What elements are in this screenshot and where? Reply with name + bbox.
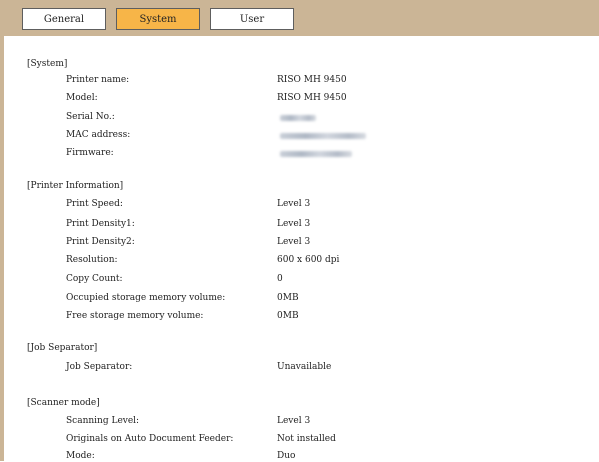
tab-general[interactable]: General [22, 8, 106, 30]
section-title-system: [System] [27, 59, 68, 69]
model-value: RISO MH 9450 [277, 93, 347, 103]
job-separator-label: Job Separator: [66, 362, 133, 372]
scanning-level-label: Scanning Level: [66, 416, 140, 426]
occupied-storage-label: Occupied storage memory volume: [66, 293, 226, 303]
mac-address-label: MAC address: [66, 130, 131, 140]
print-density2-value: Level 3 [277, 237, 311, 247]
occupied-storage-value: 0MB [277, 293, 299, 303]
firmware-value-redacted [280, 151, 352, 157]
model-label: Model: [66, 93, 98, 103]
print-density1-label: Print Density1: [66, 219, 135, 229]
mode-label: Mode: [66, 451, 95, 461]
free-storage-label: Free storage memory volume: [66, 311, 204, 321]
copy-count-label: Copy Count: [66, 274, 123, 284]
job-separator-value: Unavailable [277, 362, 332, 372]
print-speed-value: Level 3 [277, 199, 311, 209]
firmware-label: Firmware: [66, 148, 114, 158]
print-density1-value: Level 3 [277, 219, 311, 229]
system-info-panel: [System] Printer name: RISO MH 9450 Mode… [4, 36, 599, 461]
tab-system[interactable]: System [116, 8, 200, 30]
tab-bar: General System User [0, 0, 599, 37]
printer-name-value: RISO MH 9450 [277, 75, 347, 85]
serial-no-value-redacted [280, 115, 316, 121]
serial-no-label: Serial No.: [66, 112, 115, 122]
mode-value: Duo [277, 451, 296, 461]
settings-window: General System User [System] Printer nam… [0, 0, 599, 461]
tab-user[interactable]: User [210, 8, 294, 30]
scanning-level-value: Level 3 [277, 416, 311, 426]
section-title-scanner-mode: [Scanner mode] [27, 398, 100, 408]
print-speed-label: Print Speed: [66, 199, 123, 209]
section-title-printer-information: [Printer Information] [27, 181, 124, 191]
originals-adf-label: Originals on Auto Document Feeder: [66, 434, 234, 444]
section-title-job-separator: [Job Separator] [27, 343, 98, 353]
printer-name-label: Printer name: [66, 75, 130, 85]
print-density2-label: Print Density2: [66, 237, 135, 247]
free-storage-value: 0MB [277, 311, 299, 321]
resolution-value: 600 x 600 dpi [277, 255, 340, 265]
copy-count-value: 0 [277, 274, 283, 284]
originals-adf-value: Not installed [277, 434, 336, 444]
mac-address-value-redacted [280, 133, 366, 139]
resolution-label: Resolution: [66, 255, 118, 265]
